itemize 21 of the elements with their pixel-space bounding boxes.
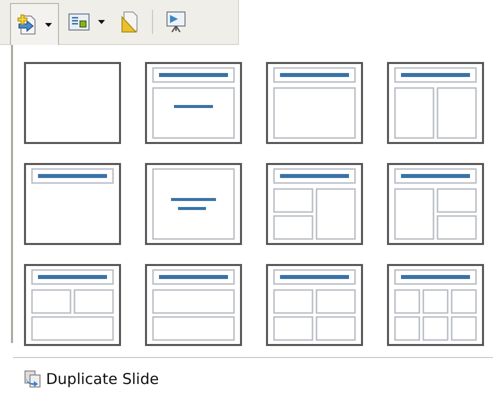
- layout-thumbnail[interactable]: [387, 163, 484, 245]
- slideshow-icon: [166, 11, 186, 33]
- new-slide-button[interactable]: [10, 3, 59, 45]
- layout-thumbnail[interactable]: [266, 62, 363, 144]
- layout-thumbnail[interactable]: [145, 163, 242, 245]
- caret-icon: [98, 20, 105, 24]
- layout-thumbnail[interactable]: [387, 264, 484, 346]
- caret-icon: [45, 22, 52, 26]
- layout-thumbnail[interactable]: [24, 163, 121, 245]
- layout-thumbnail[interactable]: [387, 62, 484, 144]
- new-slide-icon: [17, 14, 37, 36]
- layout-thumbnail[interactable]: [145, 264, 242, 346]
- layout-thumbnail[interactable]: [24, 62, 121, 144]
- duplicate-slide-icon: [24, 370, 42, 388]
- layout-icon: [68, 13, 90, 31]
- layout-thumbnail[interactable]: [266, 163, 363, 245]
- layout-thumbnail[interactable]: [266, 264, 363, 346]
- layout-thumbnail[interactable]: [145, 62, 242, 144]
- page-ruler-icon: [121, 11, 139, 33]
- duplicate-slide-button[interactable]: Duplicate Slide: [24, 370, 159, 388]
- layout-thumbnail[interactable]: [24, 264, 121, 346]
